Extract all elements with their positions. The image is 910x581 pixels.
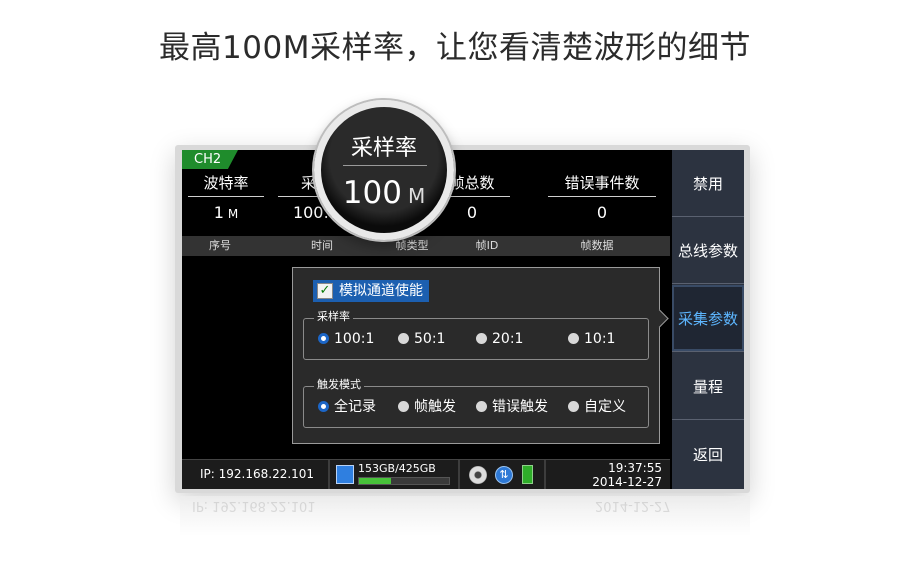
trigger-option-frame[interactable]: 帧触发	[398, 399, 456, 415]
clock-time: 19:37:55	[608, 461, 662, 475]
trigger-mode-group: 触发模式 全记录 帧触发 错误触发 自定义	[303, 378, 649, 428]
battery-icon	[522, 465, 533, 484]
trigger-option-full-record[interactable]: 全记录	[318, 399, 376, 415]
col-header-time: 时间	[311, 239, 333, 252]
radio-icon	[568, 401, 579, 412]
analog-channel-enable-checkbox[interactable]: ✓ 模拟通道使能	[313, 280, 429, 302]
disc-icon[interactable]	[469, 466, 487, 484]
device-reflection: IP: 192.168.22.101 2014-12-27	[180, 496, 750, 536]
disk-usage-text: 153GB/425GB	[358, 462, 436, 475]
magnifier-callout: 采样率 100 M	[314, 100, 454, 240]
col-header-index: 序号	[209, 239, 231, 252]
disk-icon	[336, 465, 354, 484]
table-header: 序号 时间 帧类型 帧ID 帧数据	[182, 236, 670, 256]
group-title: 触发模式	[314, 378, 364, 392]
magnifier-label: 采样率	[350, 136, 417, 161]
ip-address: IP: 192.168.22.101	[200, 467, 315, 481]
col-header-frame-data: 帧数据	[580, 239, 614, 252]
sample-option-20-1[interactable]: 20:1	[476, 331, 523, 347]
trigger-option-custom[interactable]: 自定义	[568, 399, 626, 415]
stat-baud-rate: 波特率 1M	[184, 172, 268, 230]
status-bar: IP: 192.168.22.101 153GB/425GB ⇅ 19:37:5…	[182, 459, 670, 489]
magnifier-value: 100 M	[342, 175, 426, 211]
trigger-option-error[interactable]: 错误触发	[476, 399, 548, 415]
menu-item-acquisition-params[interactable]: 采集参数	[672, 285, 744, 352]
radio-icon	[476, 333, 487, 344]
page-headline: 最高100M采样率，让您看清楚波形的细节	[159, 30, 751, 66]
stat-label: 波特率	[203, 174, 249, 192]
sample-option-100-1[interactable]: 100:1	[318, 331, 374, 347]
disk-usage-bar	[358, 477, 450, 485]
group-title: 采样率	[314, 310, 353, 324]
radio-icon	[568, 333, 579, 344]
radio-icon	[398, 401, 409, 412]
clock: 19:37:55 2014-12-27	[592, 461, 662, 489]
sample-option-50-1[interactable]: 50:1	[398, 331, 445, 347]
radio-icon	[476, 401, 487, 412]
device-screen: CH2 波特率 1M 采样 100:1 帧总数 0 错误事件数 0 序号 时间 …	[182, 150, 744, 489]
acquisition-settings-dialog: ✓ 模拟通道使能 采样率 100:1 50:1 20:1 10:1 触发模式 全…	[292, 267, 669, 444]
checkbox-label: 模拟通道使能	[339, 283, 423, 299]
stat-error-events: 错误事件数 0	[544, 172, 660, 230]
radio-selected-icon	[318, 333, 329, 344]
sample-option-10-1[interactable]: 10:1	[568, 331, 615, 347]
channel-tag[interactable]: CH2	[182, 150, 238, 169]
stat-label: 错误事件数	[564, 174, 640, 192]
stat-value: 1M	[213, 203, 239, 222]
menu-item-back[interactable]: 返回	[672, 421, 744, 488]
stat-value: 0	[596, 203, 608, 222]
menu-item-bus-params[interactable]: 总线参数	[672, 217, 744, 284]
sample-rate-group: 采样率 100:1 50:1 20:1 10:1	[303, 310, 649, 360]
radio-icon	[398, 333, 409, 344]
col-header-frame-id: 帧ID	[475, 239, 499, 252]
menu-item-range[interactable]: 量程	[672, 353, 744, 420]
radio-selected-icon	[318, 401, 329, 412]
side-menu: 禁用 总线参数 采集参数 量程 返回	[672, 150, 744, 489]
clock-date: 2014-12-27	[592, 475, 662, 489]
checkmark-icon: ✓	[317, 283, 333, 299]
menu-item-disable[interactable]: 禁用	[672, 150, 744, 217]
network-icon[interactable]: ⇅	[495, 466, 513, 484]
